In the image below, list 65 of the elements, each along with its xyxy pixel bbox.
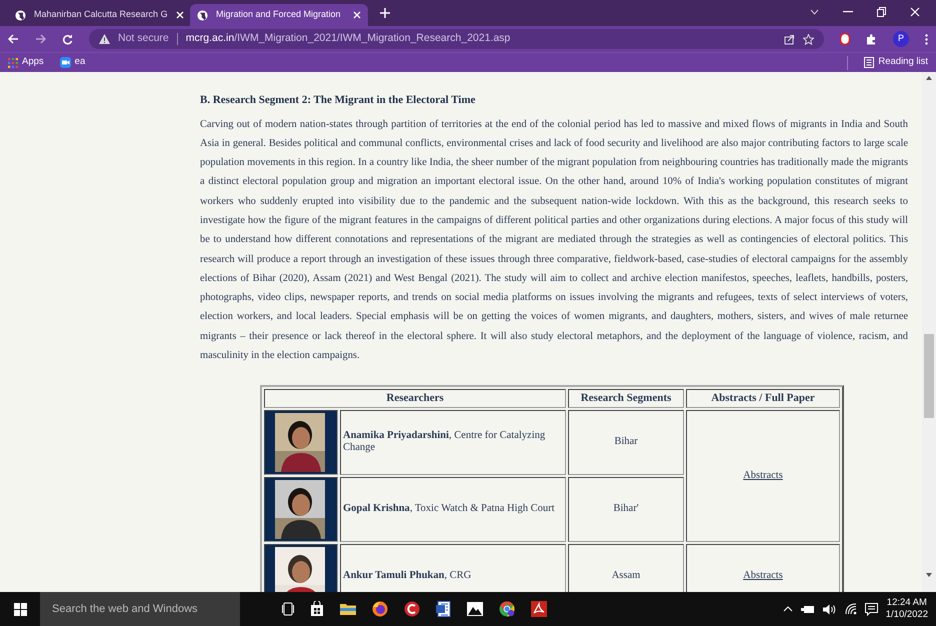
apps-grid-icon [8,58,18,68]
profile-avatar[interactable]: P [893,31,909,47]
video-camera-icon [60,57,71,68]
battery-icon[interactable] [800,604,815,614]
address-bar[interactable]: Not secure mcrg.ac.in/IWM_Migration_2021/IWM_Migration_Research_2021.asp [89,29,824,49]
segment-cell: Bihar [568,410,684,475]
scrollbar-thumb[interactable] [924,334,934,418]
url-domain: mcrg.ac.in [186,31,234,46]
tab-search-icon[interactable] [810,9,819,15]
close-icon[interactable] [910,7,920,17]
abstracts-link[interactable]: Abstracts [743,570,783,582]
body-paragraph: Carving out of modern nation-states through partition of territories at the end of the colonial period has led to massive and mixed flows of migrants in India and South Asia in general. Besides political and communal conflicts, environmental crises and lack of food security and livelihood are also major contributing factors to large scale population movements in this region. In a country like India, the sheer number of the migrant population from neighbouring countries has traditionally made the migrants a distinct electoral population group and migration an important electoral issue. On the other hand, around 10% of India's working population constitutes of migrant workers who suddenly erupted into visibility due to the pandemic and the subsequent nation-wide lockdown. With this as the background, this research seeks to investigate how the figure of the migrant features in the campaigns of different political parties and other organizations during elections. A major focus of this study will be to understand how different connotations and representations of the migrant are mediated through the strategies as well as contingencies of electoral politics. This research will produce a report through an investigation of these issues through three comparative, fieldwork-based, case-studies of electoral campaigns for the assembly elections of Bihar (2020), Assam (2021) and West Bengal (2021). The study will aim to collect and archive election manifestos, speeches, leaflets, handbills, posters, photographs, video clips, newspaper reports, and trends on social media platforms on issues involving the migrants and refugees, texts of select interviews of voters, election workers, and local leaders. Special emphasis will be on getting the voices of women migrants, and daughters, mothers, sisters, and wives of male returnee migrants – their presence or lack thereof in the electoral sphere. It will also study electoral metaphors, and the deployment of the language of violence, racism, and masculinity in the election campaigns. [200,118,908,364]
browser-tab[interactable]: Mahanirban Calcutta Research G [8,4,186,26]
wifi-icon[interactable] [844,603,857,615]
bookmark-link[interactable]: Apps [8,55,44,70]
url-path: /IWM_Migration_2021/IWM_Migration_Research_2021.asp [234,31,510,46]
column-header: Researchers [264,389,566,408]
clock-date[interactable]: 1/10/2022 [886,609,928,621]
puzzle-icon[interactable] [866,34,877,44]
task-view-icon[interactable] [282,602,294,616]
bookmark-link[interactable]: ea [60,55,86,70]
column-header: Research Segments [568,389,684,408]
close-icon[interactable] [176,11,184,19]
notification-icon[interactable] [864,602,878,616]
reload-icon[interactable] [62,34,73,44]
globe-icon [197,10,208,20]
new-tab-icon[interactable] [380,8,390,18]
researcher-cell: Anamika Priyadarshini, Centre for Catalyzing Change [340,410,566,475]
shopping-bag-icon[interactable] [310,601,324,617]
star-icon[interactable] [803,34,814,44]
windows-logo-icon[interactable] [14,602,26,616]
photos-icon[interactable] [467,602,483,616]
abstracts-link[interactable]: Abstracts [743,470,783,481]
reading-list-icon [864,57,874,68]
restore-icon[interactable] [877,7,886,17]
minimize-icon[interactable] [843,11,853,13]
pdf-icon[interactable] [531,601,547,617]
firefox-icon[interactable] [372,601,388,617]
browser-tab[interactable]: Migration and Forced Migration [190,4,368,26]
folder-icon[interactable] [340,602,356,616]
tab-title: Mahanirban Calcutta Research G [34,8,168,22]
extension-icon[interactable] [840,33,850,45]
section-heading: B. Research Segment 2: The Migrant in the Electoral Time [200,93,476,108]
document-icon[interactable] [436,601,451,617]
search-field[interactable]: Search the web and Windows [40,592,240,626]
scroll-up-icon[interactable] [926,76,932,80]
cleaner-icon[interactable] [404,601,420,617]
chevron-up-icon[interactable] [782,606,793,612]
security-label: Not secure [118,31,169,46]
chrome-icon[interactable] [499,601,515,617]
warning-icon [99,34,110,44]
reading-list-button[interactable]: Reading list [864,55,928,70]
tab-title: Migration and Forced Migration [216,8,341,22]
back-icon[interactable] [8,34,19,44]
forward-icon[interactable] [35,34,46,44]
share-icon[interactable] [784,34,795,44]
column-header: Abstracts / Full Paper [686,389,840,408]
researcher-cell: Gopal Krishna, Toxic Watch & Patna High Court [340,476,566,542]
globe-icon [15,10,26,20]
menu-icon[interactable] [925,34,928,44]
close-icon[interactable] [353,11,361,19]
clock-time[interactable]: 12:24 AM [886,597,927,609]
volume-icon[interactable] [822,604,837,614]
segment-cell: Bihar' [568,476,684,542]
scroll-down-icon[interactable] [926,573,932,577]
